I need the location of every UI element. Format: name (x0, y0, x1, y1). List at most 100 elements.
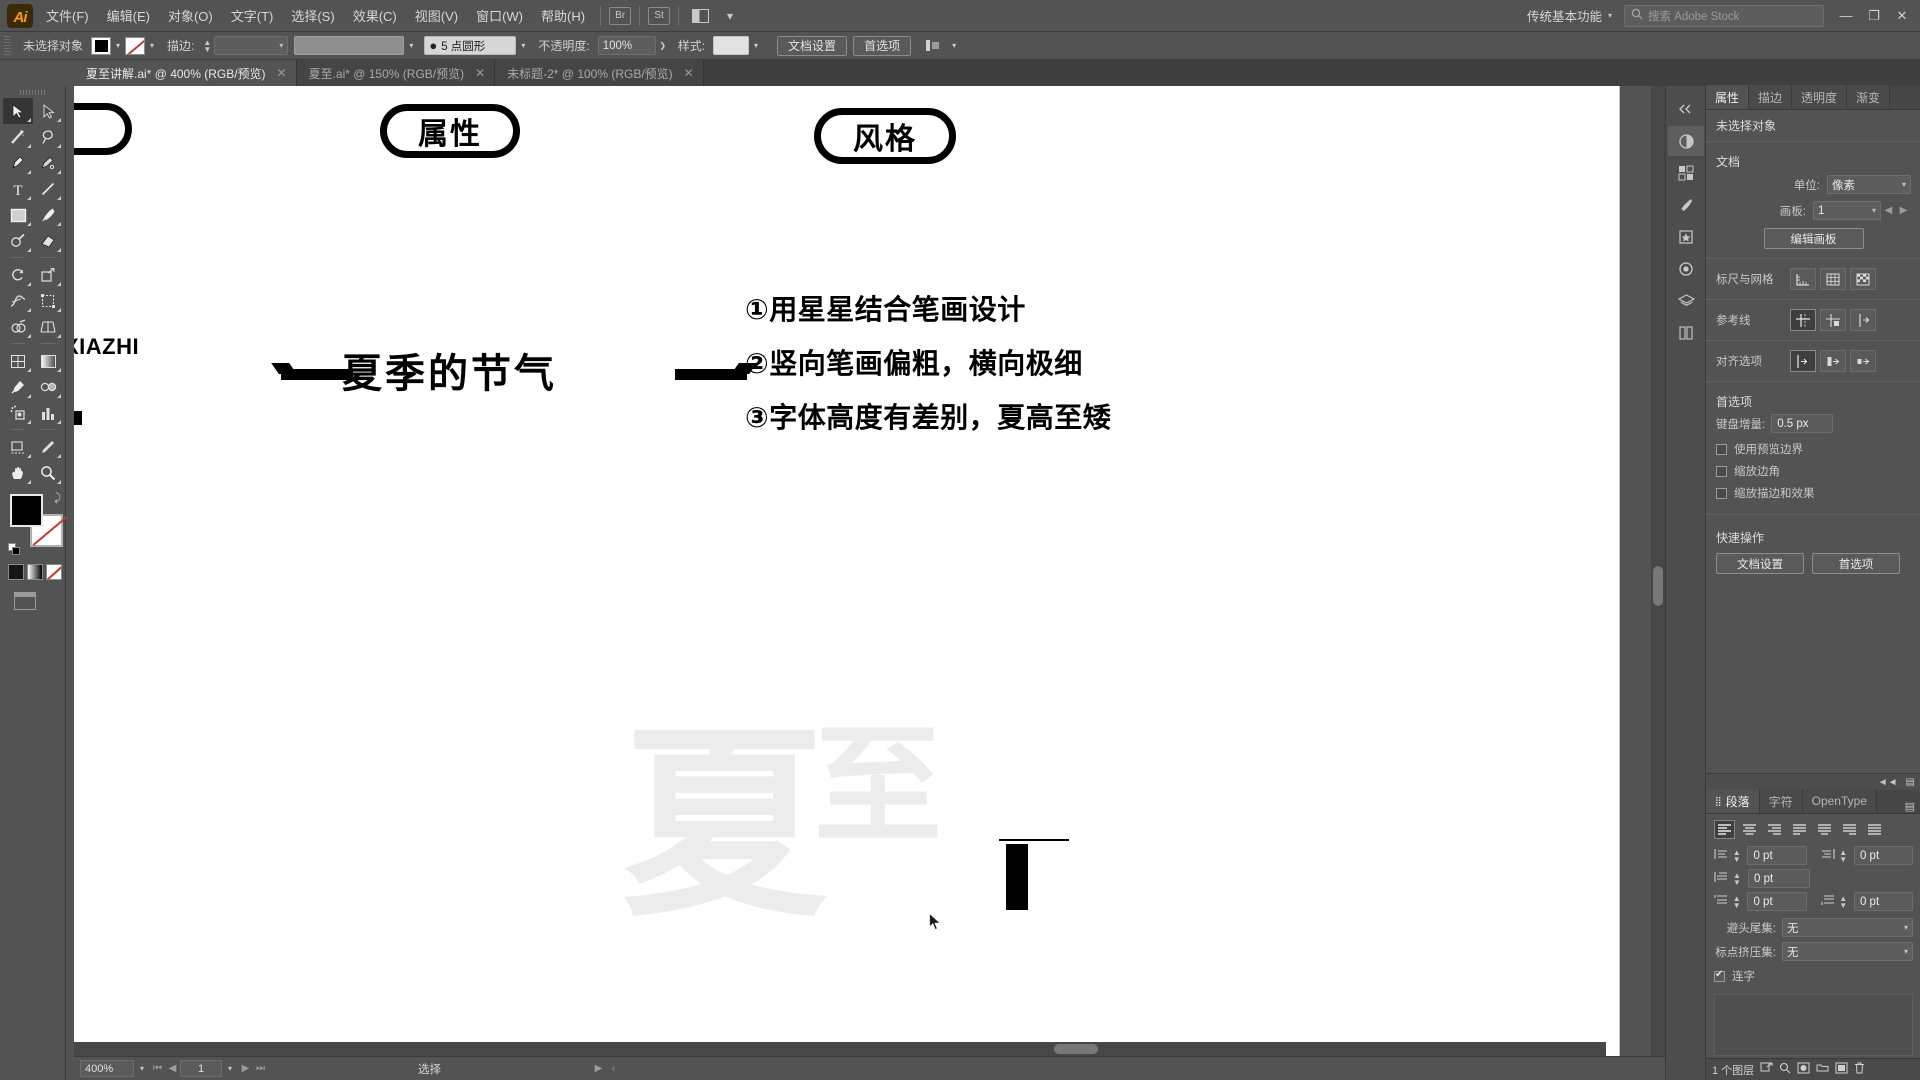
justify-all-button[interactable] (1864, 820, 1885, 839)
tab-stroke[interactable]: 描边 (1749, 85, 1793, 109)
tab-gradient[interactable]: 渐变 (1847, 85, 1891, 109)
minimize-button[interactable]: — (1832, 4, 1860, 28)
menu-type[interactable]: 文字(T) (222, 2, 283, 29)
next-artboard-icon[interactable]: ▶ (1896, 205, 1911, 216)
keyboard-increment-field[interactable]: 0.5 px (1771, 414, 1834, 433)
fill-color-box[interactable] (10, 494, 43, 527)
free-transform-tool[interactable] (33, 288, 63, 314)
document-tab-2[interactable]: 未标题-2* @ 100% (RGB/预览) ✕ (495, 60, 704, 86)
status-next-icon[interactable]: ▶ (591, 1063, 606, 1074)
shape-builder-tool[interactable] (3, 314, 33, 340)
fill-color-swatch[interactable] (91, 36, 112, 55)
show-rulers-icon[interactable] (1790, 268, 1816, 290)
align-panel-icon[interactable] (919, 35, 945, 57)
first-line-indent-field[interactable]: 0 pt (1748, 869, 1810, 888)
mesh-tool[interactable] (3, 348, 33, 374)
slice-tool[interactable] (33, 434, 63, 460)
scrollbar-thumb[interactable] (1054, 1044, 1098, 1054)
close-button[interactable]: ✕ (1888, 4, 1916, 28)
scale-strokes-row[interactable]: 缩放描边和效果 (1706, 482, 1920, 504)
snap-to-guides-icon[interactable] (1850, 309, 1876, 331)
space-before-stepper[interactable]: ▲ ▼ (1732, 894, 1741, 909)
close-icon[interactable]: ✕ (683, 66, 695, 80)
zoom-level-field[interactable]: 400% (80, 1060, 134, 1077)
libraries-panel-icon[interactable] (1668, 318, 1704, 348)
eyedropper-tool[interactable] (3, 374, 33, 400)
show-grid-icon[interactable] (1820, 268, 1846, 290)
menu-view[interactable]: 视图(V) (406, 2, 467, 29)
lasso-tool[interactable] (33, 124, 63, 150)
quick-doc-setup-button[interactable]: 文档设置 (1716, 553, 1804, 574)
stroke-chevron-down-icon[interactable]: ▾ (145, 37, 159, 55)
swap-fill-stroke-icon[interactable]: ⤸ (54, 492, 61, 505)
brush-definition-field[interactable] (294, 36, 405, 55)
profile-chevron-down-icon[interactable]: ▾ (516, 37, 530, 55)
align-to-artboard-icon[interactable] (1850, 350, 1876, 372)
magic-wand-tool[interactable] (3, 124, 33, 150)
tab-transparency[interactable]: 透明度 (1792, 85, 1848, 109)
next-artboard-button[interactable]: ▶ (238, 1063, 253, 1074)
bridge-icon[interactable]: Br (609, 6, 632, 25)
stroke-profile-field[interactable]: ● 5 点圆形 (424, 36, 517, 55)
menu-edit[interactable]: 编辑(E) (98, 2, 159, 29)
unit-select[interactable]: 像素 ▾ (1827, 175, 1911, 194)
symbols-panel-icon[interactable] (1668, 222, 1704, 252)
space-before-field[interactable]: 0 pt (1747, 892, 1807, 911)
scale-corners-row[interactable]: 缩放边角 (1706, 460, 1920, 482)
paintbrush-tool[interactable] (33, 202, 63, 228)
scale-tool[interactable] (33, 262, 63, 288)
stroke-weight-stepper[interactable]: ▲ ▼ (202, 38, 212, 53)
screen-mode-icon[interactable] (14, 592, 36, 610)
menu-object[interactable]: 对象(O) (159, 2, 222, 29)
close-icon[interactable]: ✕ (276, 66, 288, 80)
style-chevron-down-icon[interactable]: ▾ (749, 37, 763, 55)
artboard-chevron-down-icon[interactable]: ▾ (222, 1064, 238, 1073)
make-mask-icon[interactable] (1797, 1062, 1810, 1077)
stock-search-input[interactable]: 搜索 Adobe Stock (1624, 4, 1824, 27)
align-right-button[interactable] (1764, 820, 1785, 839)
scale-corners-checkbox[interactable] (1716, 465, 1727, 477)
first-artboard-button[interactable]: ⏮ (150, 1063, 165, 1074)
hyphenate-row[interactable]: 连字 (1706, 964, 1920, 988)
preview-bounds-row[interactable]: 使用预览边界 (1706, 438, 1920, 460)
rectangle-tool[interactable] (3, 202, 33, 228)
tab-properties[interactable]: 属性 (1706, 85, 1750, 109)
stroke-color-swatch[interactable] (125, 36, 146, 55)
edit-artboards-button[interactable]: 编辑画板 (1763, 228, 1864, 249)
kinsoku-select[interactable]: 无 ▾ (1782, 918, 1913, 937)
menu-select[interactable]: 选择(S) (282, 2, 343, 29)
maximize-button[interactable]: ❐ (1860, 4, 1888, 28)
eraser-tool[interactable] (33, 228, 63, 254)
brush-chevron-down-icon[interactable]: ▾ (404, 37, 418, 55)
last-artboard-button[interactable]: ⏭ (253, 1063, 268, 1074)
artboard-select[interactable]: 1 ▾ (1813, 201, 1881, 220)
scale-strokes-checkbox[interactable] (1716, 487, 1727, 499)
workspace-switcher[interactable]: 传统基本功能 ▾ (1521, 4, 1618, 27)
rotate-tool[interactable] (3, 262, 33, 288)
color-panel-icon[interactable] (1668, 126, 1704, 156)
preferences-button[interactable]: 首选项 (853, 35, 912, 56)
document-tab-0[interactable]: 夏至讲解.ai* @ 400% (RGB/预览) ✕ (74, 60, 297, 86)
menu-help[interactable]: 帮助(H) (532, 2, 594, 29)
prev-artboard-icon[interactable]: ◀ (1881, 205, 1896, 216)
color-mode-gradient-icon[interactable] (27, 564, 43, 580)
canvas-vertical-scrollbar[interactable] (1651, 86, 1665, 1056)
opacity-chevron-icon[interactable]: ❯ (656, 37, 670, 55)
preview-bounds-checkbox[interactable] (1716, 443, 1727, 455)
stroke-weight-field[interactable]: ▾ (214, 36, 289, 55)
justify-last-right-button[interactable] (1839, 820, 1860, 839)
zoom-tool[interactable] (33, 460, 63, 486)
tab-character[interactable]: 字符 (1759, 789, 1803, 813)
panel-menu-icon[interactable]: ▤ (1906, 777, 1915, 788)
hyphenate-checkbox[interactable] (1714, 969, 1725, 982)
type-tool[interactable]: T (3, 176, 33, 202)
document-tab-1[interactable]: 夏至.ai* @ 150% (RGB/预览) ✕ (296, 60, 496, 86)
tools-panel-grip[interactable] (0, 86, 65, 98)
zoom-chevron-down-icon[interactable]: ▾ (134, 1064, 150, 1073)
canvas-horizontal-scrollbar[interactable] (74, 1042, 1606, 1056)
line-segment-tool[interactable] (33, 176, 63, 202)
collapse-icon[interactable]: ◄◄ (1878, 777, 1898, 788)
selection-tool[interactable] (3, 98, 33, 124)
blend-tool[interactable] (33, 374, 63, 400)
align-to-keyobject-icon[interactable] (1820, 350, 1846, 372)
